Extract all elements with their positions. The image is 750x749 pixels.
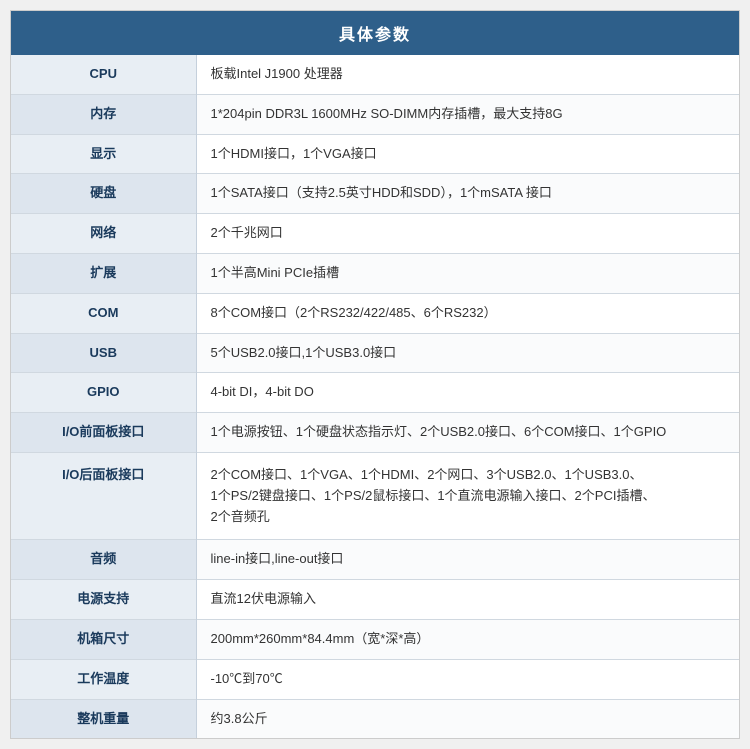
row-value-6: 8个COM接口（2个RS232/422/485、6个RS232） [196,293,739,333]
row-value-5: 1个半高Mini PCIe插槽 [196,253,739,293]
row-label-11: 音频 [11,540,196,580]
row-label-9: I/O前面板接口 [11,413,196,453]
row-label-5: 扩展 [11,253,196,293]
table-row: I/O后面板接口2个COM接口、1个VGA、1个HDMI、2个网口、3个USB2… [11,452,739,539]
row-label-6: COM [11,293,196,333]
table-row: COM8个COM接口（2个RS232/422/485、6个RS232） [11,293,739,333]
row-label-12: 电源支持 [11,580,196,620]
table-row: GPIO4-bit DI，4-bit DO [11,373,739,413]
row-value-7: 5个USB2.0接口,1个USB3.0接口 [196,333,739,373]
row-label-4: 网络 [11,214,196,254]
table-row: 网络2个千兆网口 [11,214,739,254]
row-label-7: USB [11,333,196,373]
row-label-10: I/O后面板接口 [11,452,196,539]
table-row: 显示1个HDMI接口，1个VGA接口 [11,134,739,174]
table-row: CPU板载Intel J1900 处理器 [11,55,739,94]
table-row: 音频line-in接口,line-out接口 [11,540,739,580]
table-row: 整机重量约3.8公斤 [11,699,739,738]
table-row: 硬盘1个SATA接口（支持2.5英寸HDD和SDD），1个mSATA 接口 [11,174,739,214]
row-label-3: 硬盘 [11,174,196,214]
row-value-14: -10℃到70℃ [196,659,739,699]
table-row: I/O前面板接口1个电源按钮、1个硬盘状态指示灯、2个USB2.0接口、6个CO… [11,413,739,453]
table-row: 扩展1个半高Mini PCIe插槽 [11,253,739,293]
row-label-8: GPIO [11,373,196,413]
row-value-2: 1个HDMI接口，1个VGA接口 [196,134,739,174]
row-value-10: 2个COM接口、1个VGA、1个HDMI、2个网口、3个USB2.0、1个USB… [196,452,739,539]
table-row: 内存1*204pin DDR3L 1600MHz SO-DIMM内存插槽，最大支… [11,94,739,134]
specs-table: CPU板载Intel J1900 处理器内存1*204pin DDR3L 160… [11,55,739,738]
specs-container: 具体参数 CPU板载Intel J1900 处理器内存1*204pin DDR3… [10,10,740,739]
row-value-4: 2个千兆网口 [196,214,739,254]
page-title: 具体参数 [11,11,739,55]
row-value-3: 1个SATA接口（支持2.5英寸HDD和SDD），1个mSATA 接口 [196,174,739,214]
table-row: 电源支持直流12伏电源输入 [11,580,739,620]
row-label-2: 显示 [11,134,196,174]
row-value-1: 1*204pin DDR3L 1600MHz SO-DIMM内存插槽，最大支持8… [196,94,739,134]
row-value-12: 直流12伏电源输入 [196,580,739,620]
row-value-13: 200mm*260mm*84.4mm（宽*深*高） [196,619,739,659]
row-value-11: line-in接口,line-out接口 [196,540,739,580]
table-row: 工作温度-10℃到70℃ [11,659,739,699]
table-row: 机箱尺寸200mm*260mm*84.4mm（宽*深*高） [11,619,739,659]
row-value-9: 1个电源按钮、1个硬盘状态指示灯、2个USB2.0接口、6个COM接口、1个GP… [196,413,739,453]
row-value-15: 约3.8公斤 [196,699,739,738]
row-label-1: 内存 [11,94,196,134]
row-label-15: 整机重量 [11,699,196,738]
row-value-0: 板载Intel J1900 处理器 [196,55,739,94]
row-label-0: CPU [11,55,196,94]
row-value-8: 4-bit DI，4-bit DO [196,373,739,413]
row-label-14: 工作温度 [11,659,196,699]
table-row: USB5个USB2.0接口,1个USB3.0接口 [11,333,739,373]
row-label-13: 机箱尺寸 [11,619,196,659]
